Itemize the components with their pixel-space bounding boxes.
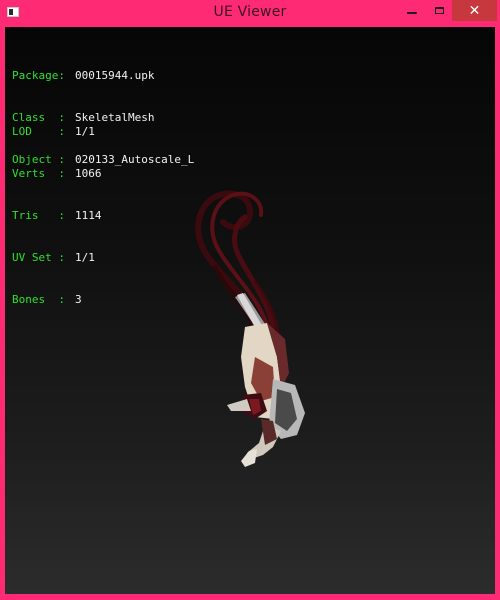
info-row-lod: LOD : 1/1 [12, 125, 102, 139]
info-row-tris: Tris : 1114 [12, 209, 102, 223]
info-label: Bones : [12, 293, 65, 306]
mesh-stats-block: LOD : 1/1 Verts : 1066 Tris : 1114 UV Set :… [12, 97, 102, 335]
info-value: 1/1 [75, 125, 95, 138]
maximize-button[interactable] [426, 0, 452, 21]
app-window: UE Viewer ✕ Package: 00015944.upk Class … [0, 0, 500, 600]
info-row-verts: Verts : 1066 [12, 167, 102, 181]
info-value: 1/1 [75, 251, 95, 264]
info-label: Verts : [12, 167, 65, 180]
info-value: 3 [75, 293, 82, 306]
info-row-uvset: UV Set : 1/1 [12, 251, 102, 265]
info-value: 1114 [75, 209, 102, 222]
title-bar[interactable]: UE Viewer ✕ [0, 0, 500, 26]
info-value: 1066 [75, 167, 102, 180]
close-button[interactable]: ✕ [452, 0, 497, 21]
mesh-ribbon [195, 190, 281, 341]
info-label: LOD : [12, 125, 65, 138]
info-label: Tris : [12, 209, 65, 222]
3d-viewport[interactable]: Package: 00015944.upk Class : SkeletalMesh… [5, 27, 495, 594]
info-row-package: Package: 00015944.upk [12, 69, 194, 83]
maximize-icon [434, 7, 444, 14]
minimize-button[interactable] [398, 0, 426, 21]
info-label: UV Set : [12, 251, 65, 264]
info-label: Package: [12, 69, 65, 82]
info-value: 00015944.upk [75, 69, 155, 82]
info-row-bones: Bones : 3 [12, 293, 102, 307]
minimize-icon [407, 11, 417, 14]
close-icon: ✕ [468, 2, 481, 19]
